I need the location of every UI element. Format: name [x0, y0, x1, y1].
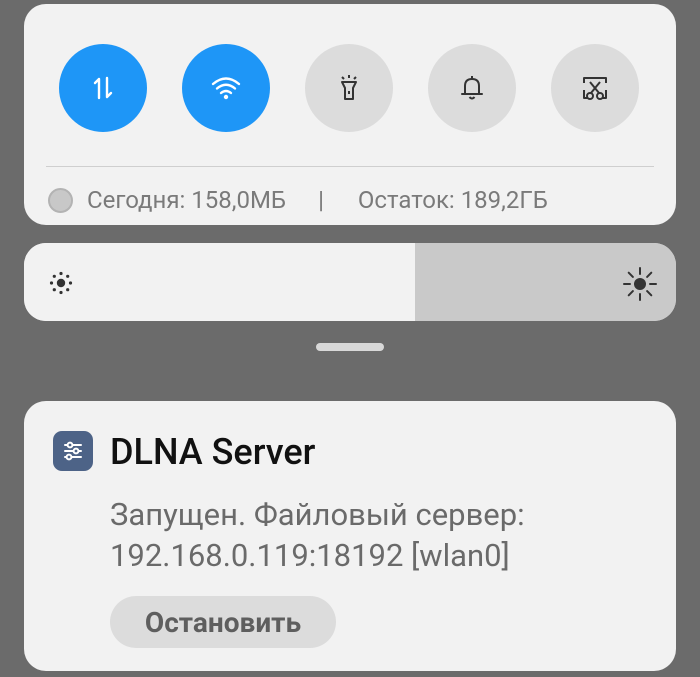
brightness-high-icon — [623, 267, 657, 301]
notification-message-line1: Запущен. Файловый сервер: — [110, 496, 525, 533]
notification-title: DLNA Server — [110, 431, 316, 473]
quick-settings-panel: Сегодня: 158,0МБ | Остаток: 189,2ГБ — [24, 4, 676, 225]
flashlight-icon — [341, 75, 357, 100]
sound-toggle[interactable] — [428, 44, 516, 132]
notification-message-line2: 192.168.0.119:18192 [wlan0] — [110, 537, 510, 574]
data-arrows-icon — [93, 76, 113, 100]
toggle-row — [59, 44, 641, 132]
app-icon — [53, 431, 93, 471]
wifi-icon — [211, 77, 241, 100]
usage-today: Сегодня: 158,0МБ — [87, 186, 287, 214]
screenshot-toggle[interactable] — [551, 44, 639, 132]
bell-icon — [461, 76, 483, 100]
usage-separator: | — [318, 186, 324, 214]
stop-button[interactable]: Остановить — [110, 596, 336, 648]
brightness-fill — [24, 243, 415, 321]
brightness-slider[interactable] — [24, 243, 676, 321]
notification-card[interactable]: DLNA Server Запущен. Файловый сервер: 19… — [24, 401, 676, 671]
mobile-data-toggle[interactable] — [59, 44, 147, 132]
data-usage-row[interactable]: Сегодня: 158,0МБ | Остаток: 189,2ГБ — [48, 182, 652, 218]
usage-remaining: Остаток: 189,2ГБ — [357, 186, 548, 214]
divider — [46, 166, 654, 167]
wifi-toggle[interactable] — [182, 44, 270, 132]
brightness-low-icon — [49, 271, 73, 295]
scissors-icon — [583, 77, 607, 100]
drag-handle[interactable] — [316, 343, 384, 351]
data-usage-icon — [48, 187, 73, 213]
sliders-icon — [64, 441, 82, 461]
flashlight-toggle[interactable] — [305, 44, 393, 132]
